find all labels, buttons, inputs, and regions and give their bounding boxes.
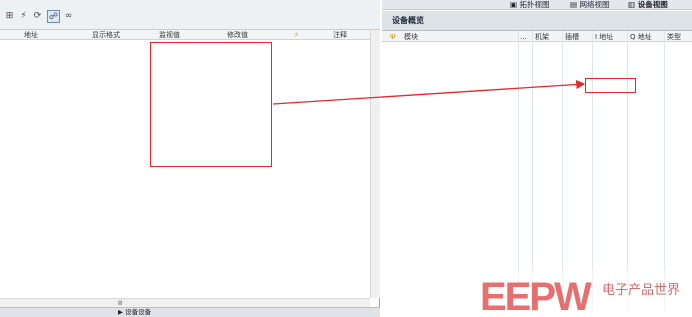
annotation-box-monitor-values — [150, 42, 272, 167]
device-overview-title: 设备概览 — [392, 16, 424, 25]
col-module-header: 模块 — [404, 33, 418, 41]
eepw-logo: EEPW 电子产品世界 — [478, 270, 692, 317]
scroll-thumb[interactable]: Ⅲ — [118, 300, 122, 307]
bottom-status-bar: ▶ 设备设备 — [0, 307, 380, 317]
tab-network-view[interactable]: ▤ 网络视图 — [570, 0, 609, 10]
svg-text:电子产品世界: 电子产品世界 — [602, 282, 680, 297]
tab-device-view[interactable]: ▥ 设备视图 — [628, 0, 668, 10]
device-overview-header: Ψ 模块 ... 机架 插槽 I 地址 Q 地址 类型 — [382, 31, 692, 42]
tab-device-label: 设备视图 — [637, 0, 668, 9]
tab-topology-label: 拓扑视图 — [519, 0, 550, 9]
tab-topology-view[interactable]: ▣ 拓扑视图 — [510, 0, 549, 10]
glasses-icon[interactable]: ∞ — [62, 10, 75, 23]
device-overview-title-bar: 设备概览 — [382, 11, 692, 31]
col-slot-header: 插槽 — [565, 33, 579, 41]
horizontal-scrollbar[interactable]: Ⅲ — [0, 298, 370, 307]
vertical-scrollbar[interactable] — [370, 30, 380, 298]
module-icon: Ψ — [390, 33, 396, 41]
device-tab[interactable]: ▶ 设备设备 — [118, 308, 151, 317]
watch-table-header: 地址 显示格式 监视值 修改值 ⚡ 注释 — [0, 30, 370, 40]
col-address-header: 地址 — [24, 31, 38, 39]
col-dots-header: ... — [520, 33, 527, 41]
screenshot-root: { "watch_table": { "headers": {"address"… — [0, 0, 692, 317]
monitor-once-icon[interactable]: ⟳ — [31, 10, 44, 23]
col-q-address-header: Q 地址 — [630, 33, 652, 41]
tab-network-label: 网络视图 — [579, 0, 610, 9]
col-comment-header: 注释 — [333, 31, 347, 39]
col-monitor-header: 监视值 — [159, 31, 180, 39]
modify-icon[interactable]: ⚡ — [17, 10, 30, 23]
watch-table-toolbar: ⊞ ⚡ ⟳ ☍ ∞ — [0, 0, 380, 30]
svg-text:EEPW: EEPW — [480, 275, 592, 317]
monitor-all-icon[interactable]: ☍ — [47, 10, 60, 23]
col-format-header: 显示格式 — [92, 31, 120, 39]
col-rack-header: 机架 — [535, 33, 549, 41]
view-tabs: ▣ 拓扑视图 ▤ 网络视图 ▥ 设备视图 — [382, 0, 692, 10]
insert-row-icon[interactable]: ⊞ — [3, 10, 16, 23]
eepw-watermark: EEPW 电子产品世界 — [478, 270, 692, 317]
lightning-icon: ⚡ — [294, 31, 299, 39]
col-type-header: 类型 — [667, 33, 681, 41]
annotation-box-i-address — [585, 78, 636, 93]
col-modify-header: 修改值 — [227, 31, 248, 39]
col-i-address-header: I 地址 — [595, 33, 614, 41]
